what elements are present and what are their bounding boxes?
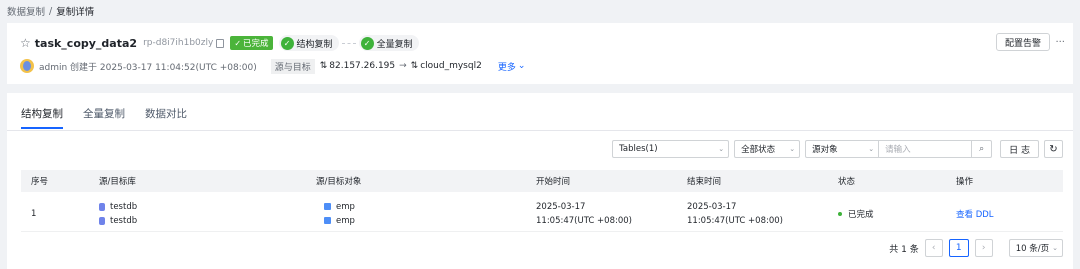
more-options-icon[interactable]: ···: [1055, 33, 1065, 51]
breadcrumb-parent[interactable]: 数据复制: [7, 4, 45, 18]
tables-select[interactable]: Tables(1) ⌄: [612, 140, 730, 158]
column-header: 源/目标对象: [316, 177, 362, 187]
target-object: emp: [336, 215, 355, 226]
avatar: [20, 59, 34, 73]
total-count: 共 1 条: [889, 244, 919, 255]
chevron-down-icon: ⌄: [718, 145, 725, 153]
database-icon: [99, 202, 105, 211]
source-object: emp: [336, 201, 355, 212]
check-circle-icon: ✓: [234, 38, 242, 48]
chevron-down-icon: ⌄: [517, 61, 526, 71]
task-name: task_copy_data2: [34, 36, 138, 50]
end-time-cell: 2025-03-17 11:05:47(UTC +08:00): [687, 196, 783, 231]
column-header: 序号: [31, 177, 49, 187]
tab-full-copy[interactable]: 全量复制: [83, 106, 125, 129]
column-header: 结束时间: [687, 177, 722, 187]
end-time: 11:05:47(UTC +08:00): [687, 215, 783, 226]
table-row: 1 testdb testdb emp emp 2025-03-17 11:05…: [21, 196, 1063, 232]
start-date: 2025-03-17: [536, 201, 586, 212]
arrow-right-icon: →: [399, 61, 407, 71]
configure-alarm-button[interactable]: 配置告警: [995, 33, 1050, 51]
target-name: cloud_mysql2: [420, 61, 482, 71]
next-page-icon[interactable]: ›: [974, 239, 993, 257]
source-endpoint: ⇅ 82.157.26.195: [320, 61, 395, 71]
page-size-select[interactable]: 10 条/页 ⌄: [1008, 239, 1063, 257]
search-combo: 源对象 ⌄ 请输入 ⌕: [805, 140, 993, 158]
table-icon: [324, 203, 331, 210]
target-db: testdb: [110, 215, 138, 226]
tab-divider: [7, 130, 1073, 131]
end-date: 2025-03-17: [687, 201, 737, 212]
more-label: 更多: [497, 62, 516, 73]
step-label: 结构复制: [296, 39, 333, 50]
detail-card: 结构复制 全量复制 数据对比 Tables(1) ⌄ 全部状态 ⌄ 源对象 ⌄ …: [7, 93, 1073, 269]
target-endpoint: ⇅ cloud_mysql2: [411, 61, 482, 71]
column-header: 源/目标库: [99, 177, 136, 187]
tab-structure-copy[interactable]: 结构复制: [21, 106, 63, 129]
refresh-icon[interactable]: ↻: [1044, 140, 1063, 158]
breadcrumb: 数据复制 / 复制详情: [7, 4, 95, 19]
table-header: 序号 源/目标库 源/目标对象 开始时间 结束时间 状态 操作: [21, 170, 1063, 192]
chevron-down-icon: ⌄: [789, 145, 796, 153]
pagination: 共 1 条 ‹ 1 › 10 条/页 ⌄: [889, 239, 1063, 257]
object-cell: emp emp: [324, 196, 355, 231]
db-cell: testdb testdb: [99, 196, 137, 231]
copy-icon[interactable]: [216, 38, 225, 48]
filter-bar: Tables(1) ⌄ 全部状态 ⌄ 源对象 ⌄ 请输入 ⌕ 日 志 ↻: [612, 140, 1063, 158]
status-select-value: 全部状态: [741, 145, 776, 155]
row-index: 1: [31, 208, 37, 219]
step-structure-copy: ✓ 结构复制: [278, 35, 339, 51]
column-header: 操作: [956, 177, 974, 187]
table-icon: [324, 217, 331, 224]
page-size-value: 10 条/页: [1015, 244, 1050, 254]
favorite-star-icon[interactable]: ☆: [20, 37, 31, 49]
source-address: 82.157.26.195: [329, 61, 396, 71]
link-icon: ⇅: [410, 61, 419, 71]
task-header-card: ☆ task_copy_data2 rp-d8i7ih1b0zly ✓ 已完成 …: [7, 23, 1073, 84]
tab-data-compare[interactable]: 数据对比: [145, 106, 187, 129]
status-badge-label: 已完成: [243, 39, 269, 49]
log-button[interactable]: 日 志: [1000, 140, 1039, 158]
step-connector: [341, 42, 356, 44]
source-object-select[interactable]: 源对象 ⌄: [805, 140, 880, 158]
view-ddl-link[interactable]: 查看 DDL: [956, 196, 994, 231]
status-badge: ✓ 已完成: [230, 36, 273, 50]
chevron-down-icon: ⌄: [1052, 244, 1058, 252]
start-time: 11:05:47(UTC +08:00): [536, 215, 632, 226]
check-icon: ✓: [280, 36, 294, 50]
search-icon[interactable]: ⌕: [972, 140, 993, 158]
link-icon: ⇅: [319, 61, 328, 71]
source-target-label: 源与目标: [270, 58, 315, 74]
search-input[interactable]: 请输入: [879, 140, 973, 158]
start-time-cell: 2025-03-17 11:05:47(UTC +08:00): [536, 196, 632, 231]
tab-bar: 结构复制 全量复制 数据对比: [21, 106, 187, 129]
source-db: testdb: [110, 201, 138, 212]
status-select[interactable]: 全部状态 ⌄: [734, 140, 801, 158]
step-label: 全量复制: [376, 39, 413, 50]
status-dot-icon: [838, 211, 842, 216]
creator-info: admin 创建于 2025-03-17 11:04:52(UTC +08:00…: [39, 62, 257, 73]
column-header: 状态: [838, 177, 856, 187]
breadcrumb-current: 复制详情: [56, 7, 95, 18]
breadcrumb-separator: /: [49, 5, 53, 17]
status-cell: 已完成: [838, 196, 874, 231]
more-toggle[interactable]: 更多 ⌄: [498, 60, 526, 73]
source-object-value: 源对象: [812, 145, 838, 155]
row-status: 已完成: [848, 209, 874, 220]
task-id: rp-d8i7ih1b0zly: [143, 38, 214, 48]
check-icon: ✓: [360, 36, 374, 50]
current-page[interactable]: 1: [948, 239, 969, 257]
prev-page-icon[interactable]: ‹: [924, 239, 943, 257]
column-header: 开始时间: [536, 177, 571, 187]
database-icon: [99, 216, 105, 225]
tables-select-value: Tables(1): [619, 144, 658, 154]
step-full-copy: ✓ 全量复制: [358, 35, 419, 51]
chevron-down-icon: ⌄: [868, 145, 875, 153]
